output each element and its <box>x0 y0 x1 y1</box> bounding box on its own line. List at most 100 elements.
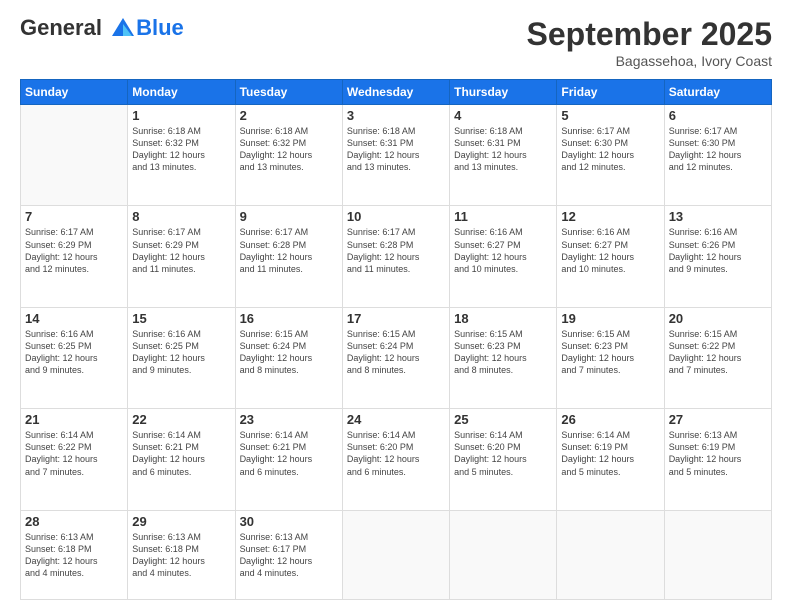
day-number: 14 <box>25 311 123 326</box>
location-subtitle: Bagassehoa, Ivory Coast <box>527 53 772 69</box>
col-monday: Monday <box>128 80 235 105</box>
table-row: 4 Sunrise: 6:18 AM Sunset: 6:31 PM Daylig… <box>450 105 557 206</box>
day-number: 23 <box>240 412 338 427</box>
calendar-week-row: 28 Sunrise: 6:13 AM Sunset: 6:18 PM Dayli… <box>21 510 772 600</box>
day-info: Sunrise: 6:17 AM Sunset: 6:30 PM Dayligh… <box>669 125 767 174</box>
day-info: Sunrise: 6:16 AM Sunset: 6:25 PM Dayligh… <box>25 328 123 377</box>
day-info: Sunrise: 6:17 AM Sunset: 6:28 PM Dayligh… <box>240 226 338 275</box>
day-info: Sunrise: 6:17 AM Sunset: 6:30 PM Dayligh… <box>561 125 659 174</box>
day-number: 30 <box>240 514 338 529</box>
day-info: Sunrise: 6:16 AM Sunset: 6:25 PM Dayligh… <box>132 328 230 377</box>
day-number: 3 <box>347 108 445 123</box>
day-info: Sunrise: 6:17 AM Sunset: 6:29 PM Dayligh… <box>25 226 123 275</box>
day-info: Sunrise: 6:18 AM Sunset: 6:32 PM Dayligh… <box>132 125 230 174</box>
table-row: 7Sunrise: 6:17 AM Sunset: 6:29 PM Daylig… <box>21 206 128 307</box>
calendar-table: Sunday Monday Tuesday Wednesday Thursday… <box>20 79 772 600</box>
page: General Blue September 2025 Bagassehoa, … <box>0 0 792 612</box>
calendar-week-row: 7Sunrise: 6:17 AM Sunset: 6:29 PM Daylig… <box>21 206 772 307</box>
day-number: 17 <box>347 311 445 326</box>
day-number: 6 <box>669 108 767 123</box>
logo-icon <box>110 16 136 42</box>
day-info: Sunrise: 6:15 AM Sunset: 6:23 PM Dayligh… <box>454 328 552 377</box>
day-number: 20 <box>669 311 767 326</box>
logo-line2: Blue <box>136 16 184 40</box>
day-number: 16 <box>240 311 338 326</box>
table-row: 13Sunrise: 6:16 AM Sunset: 6:26 PM Dayli… <box>664 206 771 307</box>
table-row: 30 Sunrise: 6:13 AM Sunset: 6:17 PM Dayli… <box>235 510 342 600</box>
logo-text: General Blue <box>20 16 184 42</box>
calendar-week-row: 14 Sunrise: 6:16 AM Sunset: 6:25 PM Dayli… <box>21 307 772 408</box>
table-row: 22 Sunrise: 6:14 AM Sunset: 6:21 PM Dayli… <box>128 409 235 510</box>
day-number: 11 <box>454 209 552 224</box>
day-number: 10 <box>347 209 445 224</box>
day-info: Sunrise: 6:13 AM Sunset: 6:18 PM Dayligh… <box>25 531 123 580</box>
col-tuesday: Tuesday <box>235 80 342 105</box>
table-row: 3 Sunrise: 6:18 AM Sunset: 6:31 PM Daylig… <box>342 105 449 206</box>
day-number: 28 <box>25 514 123 529</box>
day-number: 8 <box>132 209 230 224</box>
logo-line1: General <box>20 15 102 40</box>
col-saturday: Saturday <box>664 80 771 105</box>
day-info: Sunrise: 6:13 AM Sunset: 6:19 PM Dayligh… <box>669 429 767 478</box>
table-row: 9Sunrise: 6:17 AM Sunset: 6:28 PM Daylig… <box>235 206 342 307</box>
table-row: 21 Sunrise: 6:14 AM Sunset: 6:22 PM Dayli… <box>21 409 128 510</box>
day-info: Sunrise: 6:15 AM Sunset: 6:24 PM Dayligh… <box>240 328 338 377</box>
day-number: 19 <box>561 311 659 326</box>
month-title: September 2025 <box>527 16 772 53</box>
day-number: 15 <box>132 311 230 326</box>
table-row <box>557 510 664 600</box>
day-number: 5 <box>561 108 659 123</box>
day-number: 13 <box>669 209 767 224</box>
day-number: 25 <box>454 412 552 427</box>
day-number: 22 <box>132 412 230 427</box>
day-info: Sunrise: 6:14 AM Sunset: 6:22 PM Dayligh… <box>25 429 123 478</box>
day-info: Sunrise: 6:16 AM Sunset: 6:27 PM Dayligh… <box>454 226 552 275</box>
day-number: 24 <box>347 412 445 427</box>
header: General Blue September 2025 Bagassehoa, … <box>20 16 772 69</box>
day-number: 4 <box>454 108 552 123</box>
day-number: 18 <box>454 311 552 326</box>
day-info: Sunrise: 6:15 AM Sunset: 6:23 PM Dayligh… <box>561 328 659 377</box>
col-sunday: Sunday <box>21 80 128 105</box>
day-info: Sunrise: 6:14 AM Sunset: 6:19 PM Dayligh… <box>561 429 659 478</box>
day-info: Sunrise: 6:14 AM Sunset: 6:20 PM Dayligh… <box>347 429 445 478</box>
day-info: Sunrise: 6:17 AM Sunset: 6:28 PM Dayligh… <box>347 226 445 275</box>
table-row: 10 Sunrise: 6:17 AM Sunset: 6:28 PM Dayli… <box>342 206 449 307</box>
day-info: Sunrise: 6:16 AM Sunset: 6:27 PM Dayligh… <box>561 226 659 275</box>
table-row: 20 Sunrise: 6:15 AM Sunset: 6:22 PM Dayli… <box>664 307 771 408</box>
table-row <box>342 510 449 600</box>
table-row: 27 Sunrise: 6:13 AM Sunset: 6:19 PM Dayli… <box>664 409 771 510</box>
day-info: Sunrise: 6:15 AM Sunset: 6:24 PM Dayligh… <box>347 328 445 377</box>
table-row <box>21 105 128 206</box>
table-row: 15 Sunrise: 6:16 AM Sunset: 6:25 PM Dayli… <box>128 307 235 408</box>
table-row: 16 Sunrise: 6:15 AM Sunset: 6:24 PM Dayli… <box>235 307 342 408</box>
day-number: 2 <box>240 108 338 123</box>
day-number: 12 <box>561 209 659 224</box>
table-row: 19 Sunrise: 6:15 AM Sunset: 6:23 PM Dayli… <box>557 307 664 408</box>
table-row: 12 Sunrise: 6:16 AM Sunset: 6:27 PM Dayli… <box>557 206 664 307</box>
table-row: 17 Sunrise: 6:15 AM Sunset: 6:24 PM Dayli… <box>342 307 449 408</box>
day-info: Sunrise: 6:14 AM Sunset: 6:21 PM Dayligh… <box>132 429 230 478</box>
table-row: 29Sunrise: 6:13 AM Sunset: 6:18 PM Dayli… <box>128 510 235 600</box>
table-row: 23 Sunrise: 6:14 AM Sunset: 6:21 PM Dayli… <box>235 409 342 510</box>
day-info: Sunrise: 6:18 AM Sunset: 6:31 PM Dayligh… <box>347 125 445 174</box>
table-row: 28 Sunrise: 6:13 AM Sunset: 6:18 PM Dayli… <box>21 510 128 600</box>
table-row: 25Sunrise: 6:14 AM Sunset: 6:20 PM Dayli… <box>450 409 557 510</box>
calendar-week-row: 1Sunrise: 6:18 AM Sunset: 6:32 PM Daylig… <box>21 105 772 206</box>
day-info: Sunrise: 6:14 AM Sunset: 6:21 PM Dayligh… <box>240 429 338 478</box>
table-row: 1Sunrise: 6:18 AM Sunset: 6:32 PM Daylig… <box>128 105 235 206</box>
calendar-week-row: 21 Sunrise: 6:14 AM Sunset: 6:22 PM Dayli… <box>21 409 772 510</box>
day-info: Sunrise: 6:17 AM Sunset: 6:29 PM Dayligh… <box>132 226 230 275</box>
day-number: 26 <box>561 412 659 427</box>
day-number: 21 <box>25 412 123 427</box>
table-row <box>664 510 771 600</box>
day-info: Sunrise: 6:13 AM Sunset: 6:17 PM Dayligh… <box>240 531 338 580</box>
day-info: Sunrise: 6:18 AM Sunset: 6:32 PM Dayligh… <box>240 125 338 174</box>
calendar-header-row: Sunday Monday Tuesday Wednesday Thursday… <box>21 80 772 105</box>
table-row: 8 Sunrise: 6:17 AM Sunset: 6:29 PM Daylig… <box>128 206 235 307</box>
table-row: 26 Sunrise: 6:14 AM Sunset: 6:19 PM Dayli… <box>557 409 664 510</box>
day-number: 27 <box>669 412 767 427</box>
col-wednesday: Wednesday <box>342 80 449 105</box>
day-info: Sunrise: 6:15 AM Sunset: 6:22 PM Dayligh… <box>669 328 767 377</box>
day-info: Sunrise: 6:18 AM Sunset: 6:31 PM Dayligh… <box>454 125 552 174</box>
